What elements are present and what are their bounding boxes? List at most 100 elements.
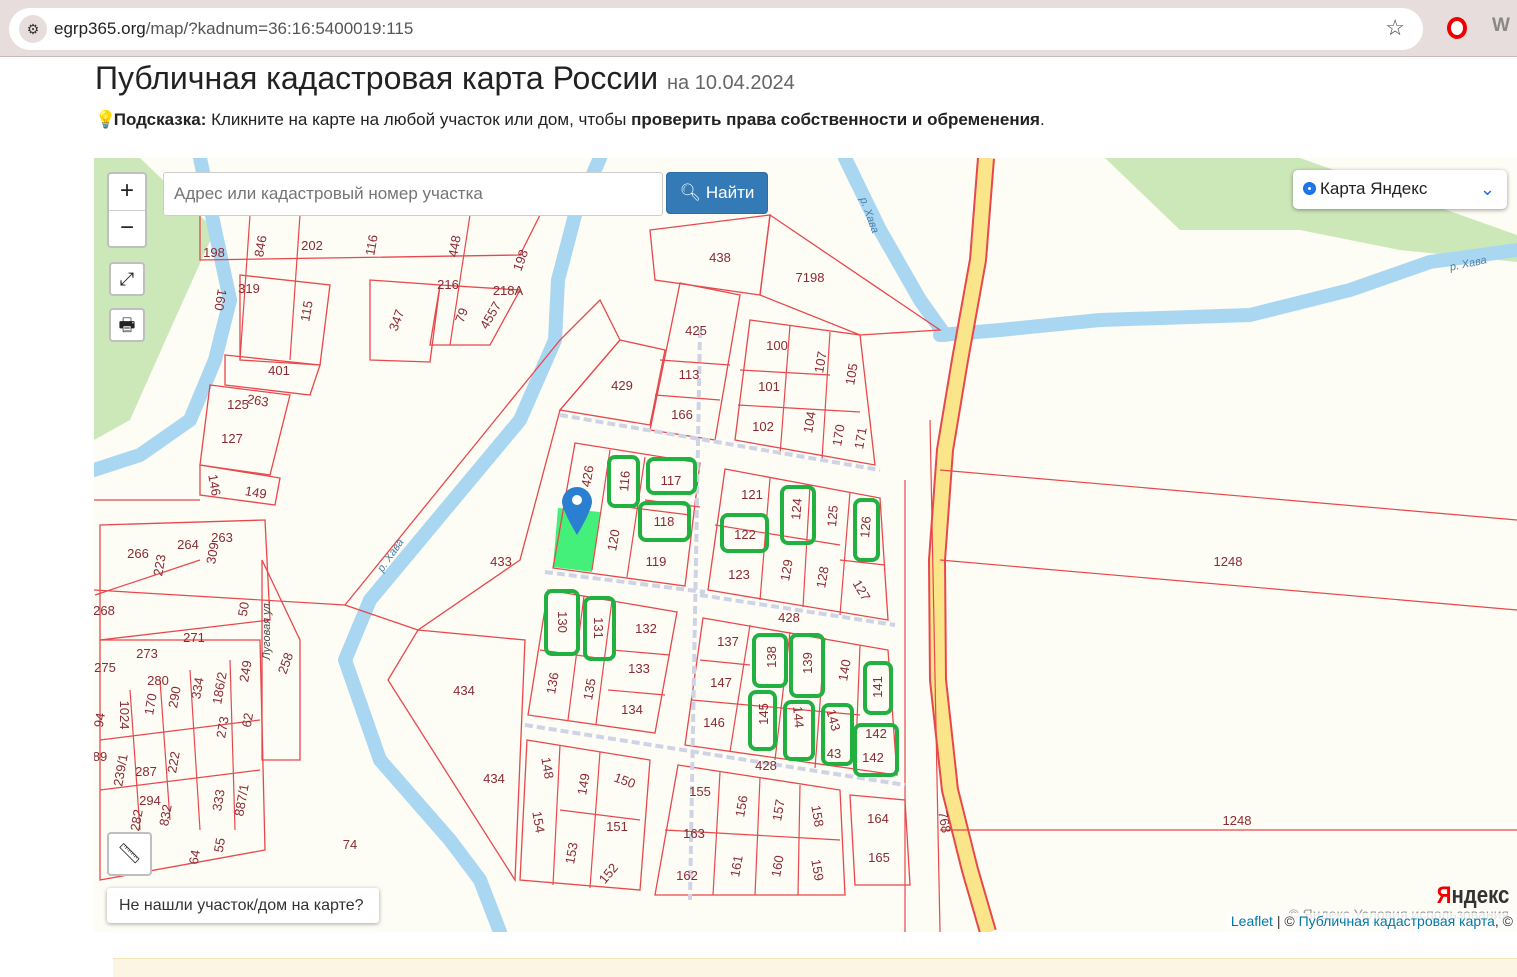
parcel-number-label: 161 <box>727 854 746 878</box>
search-icon: 🔍︎ <box>679 183 702 202</box>
parcel-number-label: 347 <box>386 307 408 333</box>
parcel-number-label: 158 <box>808 804 827 828</box>
parcel-number-label: 425 <box>685 323 707 338</box>
parcel-number-label: 129 <box>777 558 796 582</box>
parcel-number-label: 151 <box>606 819 628 834</box>
parcel-boundary <box>369 279 441 363</box>
parcel-number-label: 138 <box>764 646 779 668</box>
parcel-number-label: 222 <box>164 750 183 774</box>
chevron-down-icon: ⌄ <box>1479 179 1495 199</box>
parcel-line <box>94 559 201 596</box>
parcel-number-label: 113 <box>679 367 700 382</box>
address-bar[interactable]: ⚙ egrp365.org/map/?kadnum=36:16:5400019:… <box>9 8 1423 50</box>
parcel-number-label: 186/2 <box>209 671 229 706</box>
parcel-number-label: 846 <box>251 234 270 258</box>
parcel-number-label: 104 <box>800 410 819 434</box>
pkk-link[interactable]: Публичная кадастровая карта <box>1299 913 1495 929</box>
parcel-number-label: 282 <box>127 808 146 832</box>
parcel-number-label: 266 <box>127 546 149 561</box>
parcel-number-label: 152 <box>596 860 621 886</box>
map-canvas[interactable]: 438 7198 425 429 113 166 100 107 105 101 102 104 170… <box>94 158 1517 932</box>
parcel-number-label: 249 <box>236 659 255 683</box>
parcel-number-label: 101 <box>758 379 780 394</box>
parcel-number-label: 1248 <box>1214 554 1243 569</box>
site-settings-icon[interactable]: ⚙ <box>19 15 47 43</box>
parcel-boundary <box>849 794 911 886</box>
fullscreen-button[interactable]: ⤢ <box>109 262 145 296</box>
parcel-line <box>659 359 731 366</box>
lightbulb-icon: 💡 <box>95 110 117 129</box>
parcel-number-label: 273 <box>136 646 158 661</box>
parcel-number-label: 127 <box>850 577 874 603</box>
parcel-number-label: 202 <box>301 238 323 253</box>
zoom-in-button[interactable]: + <box>109 174 145 210</box>
expand-icon: ⤢ <box>119 269 135 289</box>
parcel-number-label: 131 <box>591 617 606 639</box>
parcel-number-label: 319 <box>238 281 260 296</box>
parcel-number-label: 428 <box>778 610 800 625</box>
parcel-number-label: 157 <box>769 798 788 822</box>
parcel-line <box>797 784 801 896</box>
parcel-number-label: 62 <box>239 712 256 729</box>
attribution: Leaflet | © Публичная кадастровая карта,… <box>1226 913 1517 929</box>
parcel-line <box>839 491 851 616</box>
parcel-line <box>821 331 831 461</box>
parcel-line <box>737 404 861 413</box>
parcel-line <box>754 777 761 896</box>
parcel-number-label: 428 <box>755 758 777 773</box>
parcel-number-label: 170 <box>141 692 160 716</box>
measure-button[interactable]: 📏︎ <box>107 832 152 876</box>
extension-w-icon[interactable]: W <box>1492 15 1510 37</box>
parcel-number-label: 142 <box>865 726 887 741</box>
parcel-line <box>94 589 346 606</box>
print-button[interactable]: 🖶 <box>109 308 145 342</box>
parcel-number-label: 149 <box>244 483 268 502</box>
parcel-number-label: 434 <box>483 771 505 786</box>
leaflet-link[interactable]: Leaflet <box>1231 913 1273 929</box>
parcel-number-label: 50 <box>235 601 252 618</box>
parcel-number-label: 426 <box>578 464 597 488</box>
parcel-number-label: 309 <box>203 541 222 565</box>
parcel-number-label: 1248 <box>1223 813 1252 828</box>
parcel-number-label: 263 <box>246 391 270 410</box>
parcel-line <box>939 469 1517 521</box>
search-input[interactable] <box>163 172 663 216</box>
parcel-number-label: 198 <box>510 247 532 273</box>
parcel-number-label: 105 <box>842 362 861 386</box>
not-found-button[interactable]: Не нашли участок/дом на карте? <box>107 888 379 923</box>
parcel-number-label: 148 <box>538 756 557 780</box>
bookmark-star-icon[interactable]: ☆ <box>1385 15 1405 41</box>
parcel-number-label: 433 <box>490 554 512 569</box>
parcel-number-label: 165 <box>868 850 890 865</box>
page-title: Публичная кадастровая карта России на 10… <box>95 60 795 96</box>
parcel-number-label: 160 <box>211 288 230 312</box>
layer-select[interactable]: Карта Яндекс ⌄ <box>1293 170 1507 209</box>
adblock-extension-icon[interactable] <box>1447 17 1467 39</box>
parcel-number-label: 122 <box>734 527 756 542</box>
parcel-number-label: 275 <box>94 660 116 675</box>
hint: 💡 Подсказка: Кликните на карте на любой … <box>95 110 1045 129</box>
parcel-number-label: 438 <box>709 250 731 265</box>
parcel-number-label: 120 <box>604 528 623 552</box>
parcel-number-label: 268 <box>94 603 115 618</box>
parcel-number-label: 287 <box>135 764 157 779</box>
find-button[interactable]: 🔍︎ Найти <box>666 172 768 214</box>
printer-icon: 🖶 <box>118 315 136 335</box>
parcel-number-label: 271 <box>183 630 205 645</box>
parcel-number-label: 121 <box>741 487 763 502</box>
parcel-number-label: 74 <box>343 837 357 852</box>
cadastral-map[interactable]: 438 7198 425 429 113 166 100 107 105 101 102 104 170… <box>94 158 1517 932</box>
parcel-number-label: 102 <box>752 419 774 434</box>
parcel-number-label: 166 <box>671 407 693 422</box>
parcel-number-label: 171 <box>851 426 870 450</box>
url-text[interactable]: egrp365.org/map/?kadnum=36:16:5400019:11… <box>54 19 413 39</box>
parcel-number-label: 149 <box>574 772 593 796</box>
parcel-number-label: 334 <box>188 676 207 700</box>
parcel-number-label: 143 <box>823 708 843 733</box>
river <box>933 243 1517 342</box>
parcel-number-label: 115 <box>297 300 315 323</box>
parcel-number-label: 162 <box>676 868 698 883</box>
browser-toolbar: ⚙ egrp365.org/map/?kadnum=36:16:5400019:… <box>0 0 1517 57</box>
zoom-out-button[interactable]: − <box>109 210 145 246</box>
parcel-number-label: 132 <box>635 621 657 636</box>
